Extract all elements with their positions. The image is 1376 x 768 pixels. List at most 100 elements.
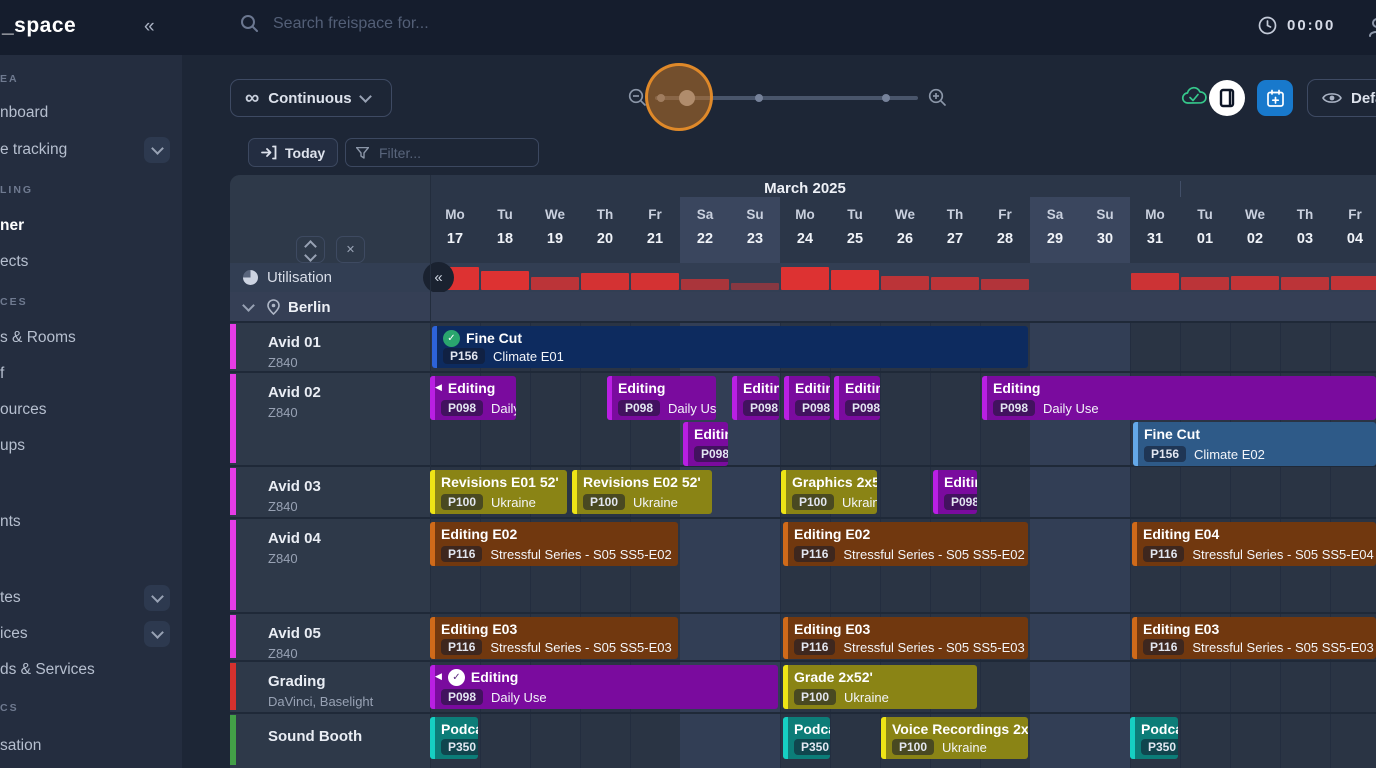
- day-header-we-26: We26: [880, 197, 930, 247]
- sidebar-item-ups[interactable]: ups: [0, 437, 25, 455]
- sidebar-item-expand-button[interactable]: [144, 585, 170, 611]
- event-block-editing[interactable]: ◀✓EditingP098Daily Use: [430, 665, 778, 709]
- project-badge: P098: [944, 494, 977, 510]
- event-detail-row: P116 Stressful Series - S05 SS5-E04: [1143, 546, 1372, 562]
- day-header-su-30: Su30: [1080, 197, 1130, 247]
- event-block-podcast[interactable]: PodcastP350: [430, 717, 478, 759]
- sidebar-item-nts[interactable]: nts: [0, 513, 21, 531]
- resource-row-avid-04[interactable]: Avid 04Z840: [230, 518, 430, 613]
- event-block-editing-e02[interactable]: Editing E02P116Stressful Series - S05 SS…: [430, 522, 678, 566]
- event-subtitle: Ukraine: [633, 495, 678, 510]
- event-block-editing-e04[interactable]: Editing E04P116Stressful Series - S05 SS…: [1132, 522, 1376, 566]
- sidebar-item-ects[interactable]: ects: [0, 253, 28, 271]
- resource-name: Avid 01: [268, 334, 430, 352]
- event-block-editing[interactable]: EditingP098: [732, 376, 779, 420]
- event-accent-bar: [430, 717, 435, 759]
- event-accent-bar: [1132, 522, 1137, 566]
- event-block-editing[interactable]: ◀EditingP098Daily Use: [430, 376, 516, 420]
- day-header-th-27: Th27: [930, 197, 980, 247]
- day-header-row: Mo17Tu18We19Th20Fr21Sa22Su23Mo24Tu25We26…: [430, 197, 1376, 263]
- sidebar-item-ds-services[interactable]: ds & Services: [0, 661, 95, 679]
- sidebar-item-ices[interactable]: ices: [0, 625, 28, 643]
- event-accent-bar: [430, 617, 435, 659]
- event-block-editing[interactable]: EditingP098: [784, 376, 830, 420]
- group-row-berlin[interactable]: Berlin: [230, 292, 1376, 322]
- sidebar-item-expand-button[interactable]: [144, 137, 170, 163]
- event-block-editing-e03[interactable]: Editing E03P116Stressful Series - S05 SS…: [1132, 617, 1376, 659]
- filter-field[interactable]: [345, 138, 539, 167]
- event-title: Podcast: [441, 720, 478, 738]
- resource-row-avid-02[interactable]: Avid 02Z840: [230, 372, 430, 466]
- sidebar-item-sation[interactable]: sation: [0, 737, 41, 755]
- utilisation-bar: [981, 279, 1029, 290]
- sidebar-item-ources[interactable]: ources: [0, 401, 47, 419]
- event-title: Editing: [448, 379, 495, 397]
- event-block-editing[interactable]: EditingP098Daily Use: [607, 376, 716, 420]
- sidebar-item-nboard[interactable]: nboard: [0, 104, 48, 122]
- library-button[interactable]: [1209, 80, 1245, 116]
- sidebar-item-s-rooms[interactable]: s & Rooms: [0, 329, 76, 347]
- event-block-revisions-e02-52-[interactable]: Revisions E02 52'P100Ukraine: [572, 470, 712, 514]
- event-title: Editing: [743, 379, 779, 397]
- utilisation-bar: [631, 273, 679, 290]
- resource-row-avid-03[interactable]: Avid 03Z840: [230, 466, 430, 518]
- event-detail-row: P098: [944, 494, 973, 510]
- event-subtitle: Stressful Series - S05 SS5-E04: [1192, 547, 1373, 562]
- add-booking-button[interactable]: [1257, 80, 1293, 116]
- zoom-in-icon[interactable]: [928, 88, 947, 107]
- resource-row-sound-booth[interactable]: Sound Booth: [230, 713, 430, 768]
- event-block-grade-2x52-[interactable]: Grade 2x52'P100Ukraine: [783, 665, 977, 709]
- sidebar-item-e-tracking[interactable]: e tracking: [0, 141, 67, 159]
- event-title-row: Editing: [993, 379, 1372, 397]
- sidebar-item-expand-button[interactable]: [144, 621, 170, 647]
- user-avatar-icon[interactable]: [1368, 17, 1376, 37]
- project-badge: P116: [1143, 546, 1184, 562]
- zoom-slider-thumb[interactable]: [679, 90, 695, 106]
- event-block-podcast[interactable]: PodcastP350: [1130, 717, 1178, 759]
- project-badge: P350: [1141, 739, 1178, 755]
- time-tracker[interactable]: 00:00: [1258, 16, 1335, 35]
- event-block-graphics-2x52-[interactable]: Graphics 2x52'P100Ukraine: [781, 470, 877, 514]
- saved-view-button[interactable]: Defa: [1307, 79, 1376, 117]
- resource-color-strip: [230, 374, 236, 463]
- event-detail-row: P098Daily Use: [441, 400, 512, 416]
- event-block-voice-recordings-2x52-[interactable]: Voice Recordings 2x52'P100Ukraine: [881, 717, 1028, 759]
- event-title: Fine Cut: [466, 329, 522, 347]
- resource-color-strip: [230, 715, 236, 765]
- resource-row-avid-05[interactable]: Avid 05Z840: [230, 613, 430, 661]
- collapse-panel-button[interactable]: «: [423, 262, 454, 293]
- zoom-out-icon[interactable]: [628, 88, 647, 107]
- sidebar-item-f[interactable]: f: [0, 365, 4, 383]
- event-block-editing-e03[interactable]: Editing E03P116Stressful Series - S05 SS…: [430, 617, 678, 659]
- clear-button[interactable]: ✕: [336, 236, 365, 263]
- resource-row-grading[interactable]: GradingDaVinci, Baselight: [230, 661, 430, 713]
- event-accent-bar: [432, 326, 437, 368]
- event-block-podcast[interactable]: PodcastP350: [783, 717, 830, 759]
- global-search[interactable]: Search freispace for...: [240, 14, 429, 33]
- today-button[interactable]: Today: [248, 138, 338, 167]
- event-block-editing[interactable]: EditingP098: [933, 470, 977, 514]
- month-label: March 2025: [705, 180, 905, 197]
- view-mode-dropdown[interactable]: ∞ Continuous: [230, 79, 392, 117]
- event-detail-row: P098: [795, 400, 826, 416]
- resource-row-avid-01[interactable]: Avid 01Z840: [230, 322, 430, 372]
- event-block-editing[interactable]: EditingP098: [683, 422, 728, 466]
- event-block-editing[interactable]: EditingP098Daily Use: [982, 376, 1376, 420]
- event-block-editing[interactable]: EditingP098: [834, 376, 880, 420]
- sidebar-item-ner[interactable]: ner: [0, 217, 24, 235]
- month-separator: [1180, 181, 1181, 197]
- event-accent-bar: [430, 470, 435, 514]
- sidebar-item-tes[interactable]: tes: [0, 589, 21, 607]
- event-block-fine-cut[interactable]: ✓Fine CutP156Climate E01: [432, 326, 1028, 368]
- filter-input[interactable]: [377, 144, 521, 162]
- event-block-fine-cut[interactable]: Fine CutP156Climate E02: [1133, 422, 1376, 466]
- zoom-slider-track[interactable]: [655, 96, 918, 100]
- expand-collapse-all-button[interactable]: [296, 236, 325, 263]
- sidebar-collapse-icon[interactable]: «: [144, 16, 155, 38]
- event-block-editing-e02[interactable]: Editing E02P116Stressful Series - S05 SS…: [783, 522, 1028, 566]
- project-badge: P100: [794, 689, 836, 705]
- event-block-editing-e03[interactable]: Editing E03P116Stressful Series - S05 SS…: [783, 617, 1028, 659]
- project-badge: P350: [794, 739, 830, 755]
- event-block-revisions-e01-52-[interactable]: Revisions E01 52'P100Ukraine: [430, 470, 567, 514]
- utilisation-bar: [781, 267, 829, 290]
